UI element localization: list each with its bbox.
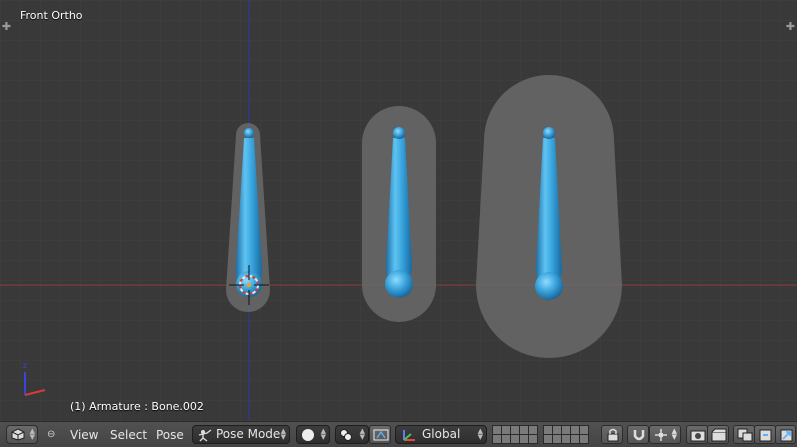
pivot-point-icon — [340, 429, 352, 441]
view-title: Front Ortho — [20, 9, 83, 22]
snap-icon — [633, 430, 645, 441]
paste-pose-icon — [759, 429, 772, 442]
snap-target-icon — [655, 429, 667, 441]
manipulator-button[interactable] — [369, 425, 391, 444]
menu-pose[interactable]: Pose — [156, 427, 184, 443]
snap-toggle-button[interactable] — [627, 425, 649, 444]
orientation-label: Global — [422, 427, 461, 441]
snap-element-dropdown[interactable]: ▲ ▼ — [649, 425, 681, 444]
object-info: (1) Armature : Bone.002 — [70, 400, 204, 413]
paste-pose-button[interactable] — [754, 425, 776, 444]
gizmo-z-label: z — [23, 361, 27, 370]
orientation-dropdown[interactable]: Global ▲ ▼ — [395, 425, 487, 444]
collapse-menu-icon[interactable]: ⊖ — [47, 427, 55, 443]
transform-orientation-icon — [403, 430, 415, 441]
render-icon — [690, 430, 706, 442]
3d-viewport[interactable]: z Front Ortho (1) Armature : Bone.002 ✚ … — [0, 0, 797, 421]
mode-dropdown[interactable]: Pose Mode ▲ ▼ — [192, 425, 290, 444]
render-anim-button[interactable] — [707, 425, 729, 444]
layer-buttons-group-2[interactable] — [543, 425, 589, 444]
pivot-dropdown[interactable]: ▲ ▼ — [335, 425, 369, 444]
editor-type-button[interactable]: ▲ ▼ — [6, 425, 38, 444]
menu-select[interactable]: Select — [110, 427, 147, 443]
viewport-scene: z — [0, 0, 797, 421]
menu-view[interactable]: View — [70, 427, 98, 443]
paste-flipped-icon — [780, 429, 793, 442]
3d-view-cube-icon — [11, 428, 25, 441]
manipulator-icon — [373, 429, 389, 441]
region-toggle-right-icon[interactable]: ✚ — [785, 21, 796, 32]
viewport-header: ▲ ▼ ⊖ View Select Pose Pose Mode ▲ ▼ ▲ ▼ ▲ ▼… — [0, 421, 797, 447]
mode-label: Pose Mode — [216, 427, 281, 441]
solid-shading-icon — [302, 429, 314, 441]
render-still-button[interactable] — [686, 425, 708, 444]
render-anim-icon — [711, 428, 727, 442]
copy-pose-button[interactable] — [733, 425, 755, 444]
layer-buttons-group-1[interactable] — [492, 425, 538, 444]
shading-dropdown[interactable]: ▲ ▼ — [296, 425, 330, 444]
paste-flipped-pose-button[interactable] — [775, 425, 796, 444]
lock-icon — [607, 428, 619, 442]
region-toggle-left-icon[interactable]: ✚ — [1, 21, 12, 32]
copy-pose-icon — [737, 428, 753, 442]
lock-camera-button[interactable] — [601, 425, 623, 444]
pose-mode-icon — [198, 429, 212, 442]
